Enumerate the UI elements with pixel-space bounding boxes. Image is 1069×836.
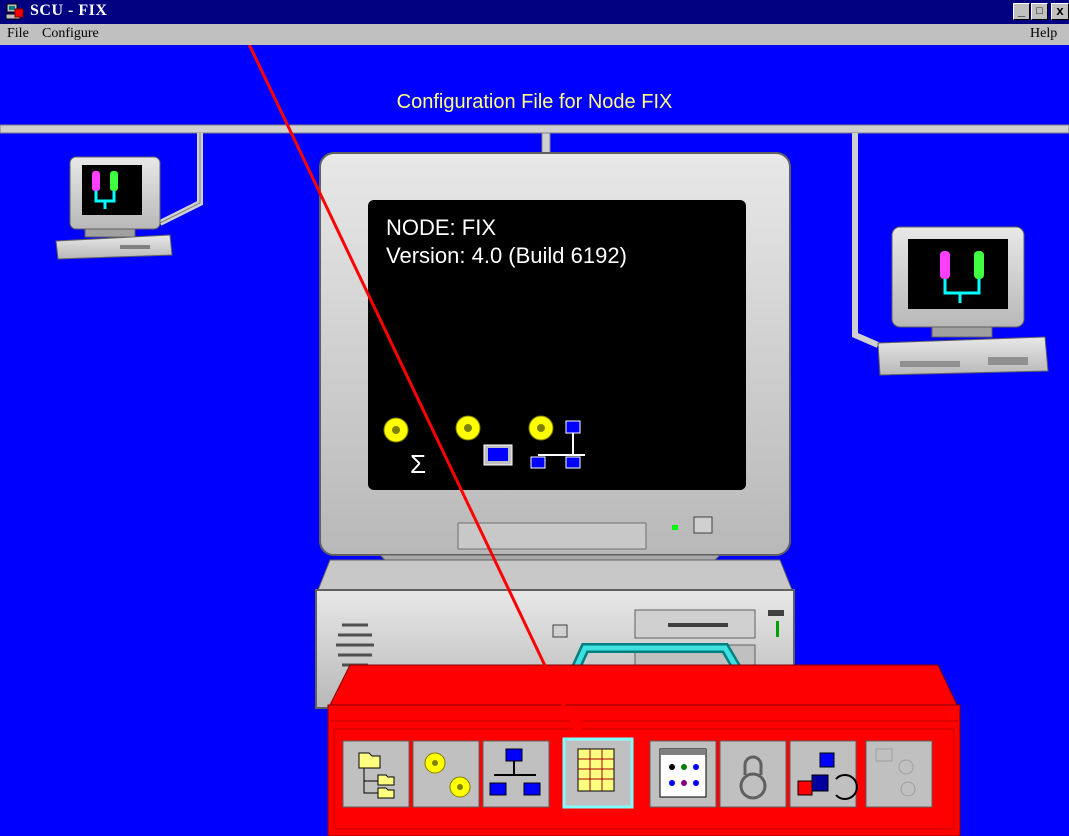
config-caption: Configuration File for Node FIX [396,91,673,113]
toolbox-body [327,643,961,836]
title-bar: SCU - FIX _ □ x [0,0,1069,24]
close-button[interactable]: x [1051,3,1069,20]
menu-help[interactable]: Help [1030,26,1057,42]
node-left-workstation[interactable] [55,156,173,260]
config-canvas: Σ Configuration File for Node FIX NODE: … [0,45,1069,836]
window-title: SCU - FIX [30,2,108,19]
menu-configure[interactable]: Configure [42,26,99,42]
menu-file[interactable]: File [7,26,29,42]
scu-app-icon[interactable] [6,3,24,21]
version-label: Version: 4.0 (Build 6192) [386,243,627,268]
node-right-workstation[interactable] [877,226,1049,376]
menu-bar: File Configure Help [0,24,1069,45]
minimize-button[interactable]: _ [1013,3,1030,20]
network-diagram: Σ [0,45,1069,836]
svg-text:Σ: Σ [410,449,426,479]
maximize-button[interactable]: □ [1031,3,1048,20]
node-name-label: NODE: FIX [386,215,497,240]
